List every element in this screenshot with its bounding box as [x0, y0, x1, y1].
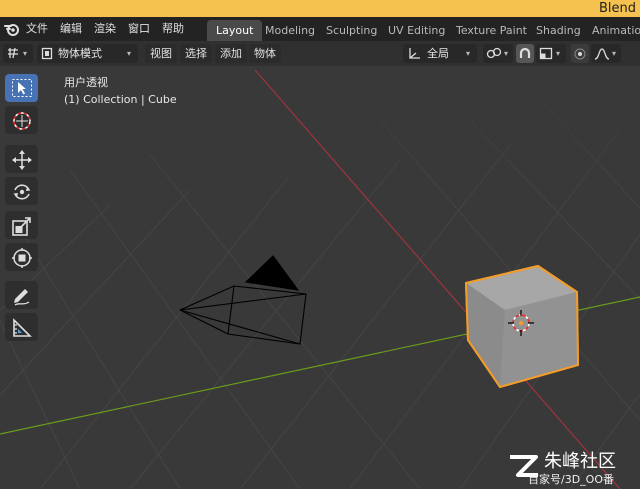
orientation-axes-icon	[409, 48, 420, 59]
cursor-tool[interactable]	[5, 106, 38, 134]
transform-orientation-dropdown[interactable]: 全局 ▾	[403, 44, 477, 63]
3d-cursor-icon	[13, 112, 31, 130]
pivot-point-dropdown[interactable]: ▾	[483, 44, 513, 63]
viewport-grid	[0, 66, 640, 489]
add-menu-button[interactable]: 添加	[215, 44, 247, 63]
object-menu-button[interactable]: 物体	[249, 44, 281, 63]
annotate-tool[interactable]	[5, 281, 38, 309]
viewport-header: ▾ 物体模式 ▾ 视图 选择 添加 物体 全局 ▾ ▾ ▾ ▾	[0, 41, 640, 66]
collection-info: (1) Collection | Cube	[64, 93, 177, 106]
proportional-editing-icon	[574, 48, 586, 60]
tab-modeling[interactable]: Modeling	[256, 20, 324, 41]
chevron-down-icon: ▾	[23, 49, 28, 58]
annotate-icon	[14, 289, 30, 306]
snap-toggle[interactable]	[516, 44, 534, 63]
chevron-down-icon: ▾	[127, 49, 132, 58]
chevron-down-icon: ▾	[466, 49, 471, 58]
title-bar: Blend	[0, 0, 640, 17]
select-menu-button[interactable]: 选择	[180, 44, 212, 63]
measure-tool[interactable]	[5, 313, 38, 341]
window-title: Blend	[598, 1, 636, 16]
top-bar: 文件 编辑 渲染 窗口 帮助 Layout Modeling Sculpting…	[0, 17, 640, 41]
rotate-tool[interactable]	[5, 177, 38, 205]
menu-window[interactable]: 窗口	[123, 17, 155, 41]
3d-viewport[interactable]: 用户透视 (1) Collection | Cube	[0, 66, 640, 489]
menu-render[interactable]: 渲染	[89, 17, 121, 41]
object-mode-icon	[41, 47, 53, 60]
magnet-icon	[519, 47, 531, 58]
snap-target-dropdown[interactable]: ▾	[536, 44, 566, 63]
3d-viewport-icon	[8, 47, 18, 59]
watermark-sub: 百家号/3D_OO番	[528, 473, 614, 486]
chevron-down-icon: ▾	[612, 49, 617, 58]
falloff-curve-icon	[594, 48, 610, 60]
falloff-dropdown[interactable]: ▾	[591, 44, 621, 63]
transform-tool[interactable]	[5, 243, 38, 271]
watermark: 朱峰社区 百家号/3D_OO番	[506, 447, 634, 487]
transform-icon	[12, 248, 32, 268]
view-name: 用户透视	[64, 76, 108, 89]
mode-label: 物体模式	[58, 47, 102, 60]
blender-logo-icon[interactable]	[4, 21, 20, 37]
scale-tool[interactable]	[5, 211, 38, 239]
tab-sculpting[interactable]: Sculpting	[317, 20, 386, 41]
pivot-link-icon	[486, 47, 502, 59]
snap-increment-icon	[539, 47, 553, 60]
tab-texture-paint[interactable]: Texture Paint	[447, 20, 536, 41]
proportional-editing-toggle[interactable]	[571, 44, 589, 63]
watermark-brand: 朱峰社区	[544, 451, 616, 472]
chevron-down-icon: ▾	[556, 49, 561, 58]
cursor-select-icon	[12, 79, 32, 97]
mode-dropdown[interactable]: 物体模式 ▾	[37, 44, 138, 63]
tab-animation[interactable]: Animation	[583, 20, 640, 41]
editor-type-dropdown[interactable]: ▾	[3, 44, 33, 63]
view-menu-button[interactable]: 视图	[145, 44, 177, 63]
tab-shading[interactable]: Shading	[527, 20, 590, 41]
select-box-tool[interactable]	[5, 74, 38, 102]
orientation-label: 全局	[427, 47, 449, 60]
tab-uv-editing[interactable]: UV Editing	[379, 20, 454, 41]
move-icon	[12, 150, 32, 170]
move-tool[interactable]	[5, 145, 38, 173]
menu-file[interactable]: 文件	[21, 17, 53, 41]
menu-help[interactable]: 帮助	[157, 17, 189, 41]
rotate-icon	[13, 184, 31, 200]
scale-icon	[12, 217, 31, 236]
menu-edit[interactable]: 编辑	[55, 17, 87, 41]
chevron-down-icon: ▾	[504, 49, 509, 58]
tab-layout[interactable]: Layout	[207, 20, 263, 41]
tool-shelf	[3, 71, 40, 346]
measure-icon	[13, 318, 32, 337]
